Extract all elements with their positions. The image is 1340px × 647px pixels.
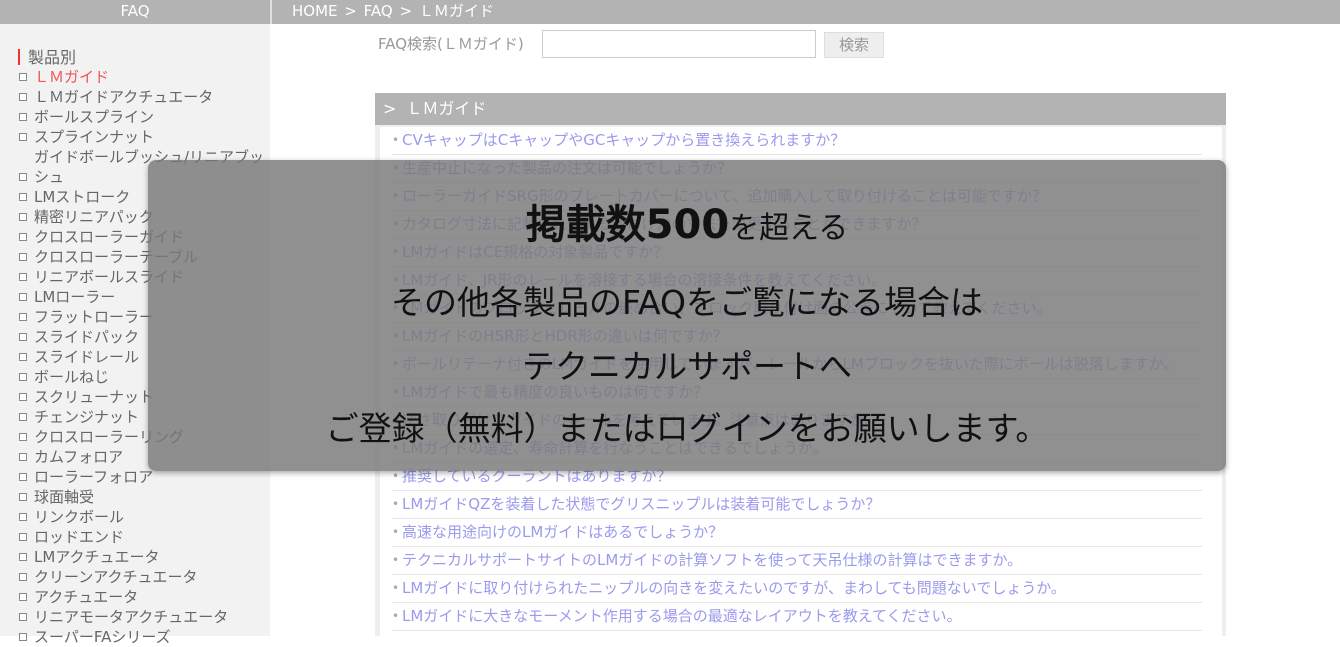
square-bullet-icon: [19, 93, 27, 101]
square-bullet-icon: [19, 213, 27, 221]
overlay-headline-count: 掲載数500: [525, 202, 730, 248]
top-bar: FAQ HOME > FAQ > ＬＭガイド: [0, 0, 1340, 24]
sidebar-category-label: ロッドエンド: [34, 528, 125, 546]
breadcrumb-home-link[interactable]: HOME: [292, 2, 338, 20]
faq-panel-header: > ＬＭガイド: [375, 93, 1226, 125]
overlay-line-4: ご登録（無料）またはログインをお願いします。: [325, 409, 1049, 448]
sidebar-category-label: リンクボール: [34, 508, 125, 526]
square-bullet-icon: [19, 353, 27, 361]
square-bullet-icon: [19, 433, 27, 441]
square-bullet-icon: [19, 253, 27, 261]
sidebar-category-label: ＬＭガイド: [34, 68, 110, 86]
breadcrumb-current: ＬＭガイド: [418, 2, 494, 20]
breadcrumb: HOME > FAQ > ＬＭガイド: [292, 0, 496, 24]
square-bullet-icon: [19, 613, 27, 621]
search-input[interactable]: [542, 30, 816, 58]
sidebar-category-item[interactable]: ＬＭガイド: [18, 67, 270, 87]
faq-question-link[interactable]: LMガイドに取り付けられたニップルの向きを変えたいのですが、まわしても問題ないで…: [392, 575, 1202, 603]
sidebar-category-label: リニアモータアクチュエータ: [34, 608, 229, 626]
square-bullet-icon: [19, 293, 27, 301]
sidebar-category-label: スクリューナット: [34, 388, 155, 406]
faq-question-link[interactable]: LMガイドQZを装着した状態でグリスニップルは装着可能でしょうか？: [392, 491, 1202, 519]
sidebar-category-label: スライドレール: [34, 348, 140, 366]
search-label: FAQ検索(ＬＭガイド): [378, 35, 524, 53]
sidebar-category-label: スーパーFAシリーズ: [34, 628, 171, 646]
topbar-divider: [270, 0, 272, 24]
login-prompt-overlay: 掲載数500を超える その他各製品のFAQをご覧になる場合は テクニカルサポート…: [148, 160, 1226, 471]
category-heading: 製品別: [18, 44, 76, 68]
sidebar-category-label: チェンジナット: [34, 408, 140, 426]
sidebar-category-label: クリーンアクチュエータ: [34, 568, 198, 586]
sidebar-category-label: フラットローラー: [34, 308, 155, 326]
square-bullet-icon: [19, 573, 27, 581]
square-bullet-icon: [19, 373, 27, 381]
sidebar-category-label: 精密リニアパック: [34, 208, 154, 226]
square-bullet-icon: [19, 193, 27, 201]
sidebar-category-label: LMローラー: [34, 288, 116, 306]
square-bullet-icon: [19, 273, 27, 281]
heading-accent-bar: [18, 49, 20, 65]
square-bullet-icon: [19, 553, 27, 561]
faq-question-link[interactable]: LMガイドに大きなモーメント作用する場合の最適なレイアウトを教えてください。: [392, 603, 1202, 631]
sidebar-category-label: スプラインナット: [34, 128, 155, 146]
faq-section-title: FAQ: [120, 2, 150, 20]
sidebar-category-item[interactable]: スプラインナット: [18, 127, 270, 147]
sidebar-category-item[interactable]: 球面軸受: [18, 487, 270, 507]
sidebar-category-label: 球面軸受: [34, 488, 95, 506]
square-bullet-icon: [19, 393, 27, 401]
sidebar-category-label: LMアクチュエータ: [34, 548, 160, 566]
breadcrumb-separator: >: [399, 2, 413, 20]
chevron-right-icon: >: [383, 99, 397, 118]
sidebar-category-item[interactable]: スーパーFAシリーズ: [18, 627, 270, 647]
square-bullet-icon: [19, 453, 27, 461]
breadcrumb-faq-link[interactable]: FAQ: [364, 2, 393, 20]
sidebar-category-label: ボールスプライン: [34, 108, 155, 126]
sidebar-category-item[interactable]: アクチュエータ: [18, 587, 270, 607]
sidebar-category-item[interactable]: ロッドエンド: [18, 527, 270, 547]
square-bullet-icon: [19, 513, 27, 521]
square-bullet-icon: [19, 493, 27, 501]
breadcrumb-separator: >: [344, 2, 357, 20]
sidebar-category-label: スライドパック: [34, 328, 140, 346]
square-bullet-icon: [19, 313, 27, 321]
faq-panel-title: ＬＭガイド: [406, 99, 487, 118]
square-bullet-icon: [19, 173, 27, 181]
square-bullet-icon: [19, 413, 27, 421]
overlay-line-3: テクニカルサポートへ: [522, 347, 852, 386]
sidebar-category-label: LMストローク: [34, 188, 131, 206]
sidebar-category-label: ＬＭガイドアクチュエータ: [34, 88, 214, 106]
sidebar-category-label: アクチュエータ: [34, 588, 139, 606]
overlay-headline: 掲載数500を超える: [148, 192, 1226, 250]
faq-question-link[interactable]: CVキャップはCキャップやGCキャップから置き換えられますか？: [392, 127, 1202, 155]
square-bullet-icon: [19, 533, 27, 541]
overlay-line-2: その他各製品のFAQをご覧になる場合は: [391, 283, 983, 322]
faq-question-link[interactable]: テクニカルサポートサイトのLMガイドの計算ソフトを使って天吊仕様の計算はできます…: [392, 547, 1202, 575]
square-bullet-icon: [19, 333, 27, 341]
sidebar-category-label: ローラーフォロア: [34, 468, 154, 486]
sidebar-category-label: ボールねじ: [34, 368, 110, 386]
sidebar-category-item[interactable]: ボールスプライン: [18, 107, 270, 127]
square-bullet-icon: [19, 593, 27, 601]
sidebar-category-item[interactable]: LMアクチュエータ: [18, 547, 270, 567]
sidebar-category-item[interactable]: ＬＭガイドアクチュエータ: [18, 87, 270, 107]
faq-question-link[interactable]: 高速な用途向けのLMガイドはあるでしょうか？: [392, 519, 1202, 547]
sidebar-category-label: カムフォロア: [34, 448, 124, 466]
sidebar-category-item[interactable]: リニアモータアクチュエータ: [18, 607, 270, 627]
category-heading-text: 製品別: [28, 48, 77, 67]
overlay-headline-rest: を超える: [729, 211, 849, 246]
square-bullet-icon: [19, 113, 27, 121]
square-bullet-icon: [19, 233, 27, 241]
sidebar-category-item[interactable]: クリーンアクチュエータ: [18, 567, 270, 587]
square-bullet-icon: [19, 633, 27, 641]
search-button[interactable]: 検索: [824, 32, 884, 58]
square-bullet-icon: [19, 133, 27, 141]
sidebar-category-item[interactable]: リンクボール: [18, 507, 270, 527]
square-bullet-icon: [19, 473, 27, 481]
square-bullet-icon: [19, 73, 27, 81]
